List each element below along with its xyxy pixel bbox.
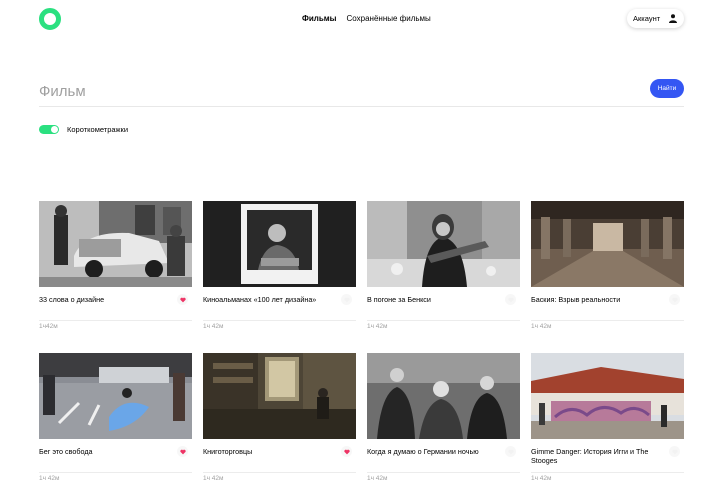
like-button[interactable]	[505, 446, 516, 457]
movie-duration: 1ч 42м	[367, 475, 388, 482]
user-icon	[669, 14, 677, 23]
divider	[367, 472, 520, 473]
movie-title[interactable]: Gimme Danger: История Игги и The Stooges	[531, 447, 661, 465]
movies-grid: 33 слова о дизайне 1ч42м Киноальманах «1…	[39, 201, 684, 494]
like-button[interactable]	[341, 446, 352, 457]
movie-card: Баския: Взрыв реальности 1ч 42м	[531, 201, 684, 342]
movie-thumbnail[interactable]	[367, 201, 520, 287]
search-button[interactable]: Найти	[650, 79, 684, 98]
search-form: Найти	[39, 76, 684, 107]
movie-duration: 1ч42м	[39, 323, 58, 330]
like-button[interactable]	[341, 294, 352, 305]
movie-title[interactable]: В погоне за Бенкси	[367, 295, 497, 304]
search-input[interactable]	[39, 80, 599, 102]
movie-title[interactable]: Баския: Взрыв реальности	[531, 295, 661, 304]
movie-thumbnail[interactable]	[39, 201, 192, 287]
movie-card: Gimme Danger: История Игги и The Stooges…	[531, 353, 684, 494]
like-button[interactable]	[505, 294, 516, 305]
divider	[203, 472, 356, 473]
divider	[531, 472, 684, 473]
movie-card: Когда я думаю о Германии ночью 1ч 42м	[367, 353, 520, 494]
movie-duration: 1ч 42м	[203, 323, 224, 330]
movie-thumbnail[interactable]	[203, 353, 356, 439]
movie-thumbnail[interactable]	[531, 201, 684, 287]
movie-title[interactable]: Бег это свобода	[39, 447, 169, 456]
heart-icon	[671, 449, 678, 454]
shorts-filter: Короткометражки	[39, 125, 128, 134]
divider	[203, 320, 356, 321]
movie-card: 33 слова о дизайне 1ч42м	[39, 201, 192, 342]
movie-thumbnail[interactable]	[367, 353, 520, 439]
movie-title[interactable]: 33 слова о дизайне	[39, 295, 169, 304]
logo[interactable]	[39, 8, 61, 30]
movie-duration: 1ч 42м	[531, 323, 552, 330]
divider	[531, 320, 684, 321]
heart-icon	[507, 297, 514, 302]
nav-saved-movies[interactable]: Сохранённые фильмы	[347, 14, 431, 23]
heart-icon	[507, 449, 514, 454]
divider	[367, 320, 520, 321]
like-button[interactable]	[177, 446, 188, 457]
nav-movies[interactable]: Фильмы	[302, 14, 337, 23]
like-button[interactable]	[669, 294, 680, 305]
heart-icon	[343, 297, 350, 302]
movie-title[interactable]: Книготорговцы	[203, 447, 333, 456]
account-button[interactable]: Аккаунт	[627, 9, 684, 28]
heart-icon	[671, 297, 678, 302]
movie-card: Книготорговцы 1ч 42м	[203, 353, 356, 494]
movie-card: Бег это свобода 1ч 42м	[39, 353, 192, 494]
movie-duration: 1ч 42м	[203, 475, 224, 482]
like-button[interactable]	[177, 294, 188, 305]
like-button[interactable]	[669, 446, 680, 457]
heart-icon	[179, 449, 186, 454]
movie-thumbnail[interactable]	[531, 353, 684, 439]
account-label: Аккаунт	[633, 14, 661, 23]
movie-thumbnail[interactable]	[203, 201, 356, 287]
heart-icon	[179, 297, 186, 302]
movie-title[interactable]: Киноальманах «100 лет дизайна»	[203, 295, 333, 304]
movie-title[interactable]: Когда я думаю о Германии ночью	[367, 447, 497, 456]
movie-duration: 1ч 42м	[531, 475, 552, 482]
movie-duration: 1ч 42м	[367, 323, 388, 330]
shorts-label: Короткометражки	[67, 125, 129, 134]
divider	[39, 472, 192, 473]
main-nav: Фильмы Сохранённые фильмы	[302, 14, 431, 23]
heart-icon	[343, 449, 350, 454]
movie-duration: 1ч 42м	[39, 475, 60, 482]
movie-card: В погоне за Бенкси 1ч 42м	[367, 201, 520, 342]
movie-card: Киноальманах «100 лет дизайна» 1ч 42м	[203, 201, 356, 342]
divider	[39, 320, 192, 321]
movie-thumbnail[interactable]	[39, 353, 192, 439]
shorts-toggle[interactable]	[39, 125, 59, 134]
